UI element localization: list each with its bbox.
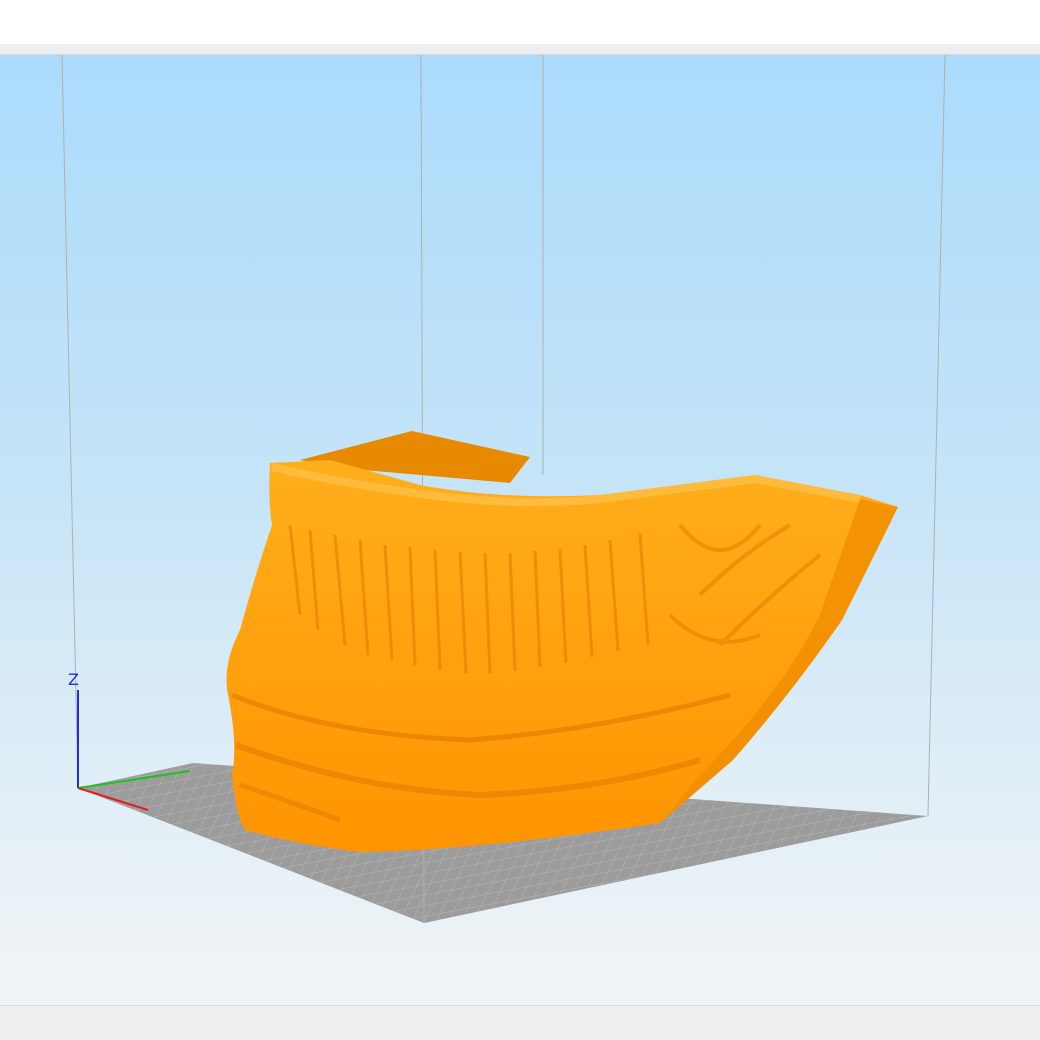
top-toolbar (0, 0, 1040, 44)
toolbar-divider (0, 44, 1040, 55)
status-bar (0, 1005, 1040, 1040)
slicer-app: Z (0, 0, 1040, 1040)
axis-label-z: Z (68, 670, 79, 689)
model-mesh[interactable] (226, 431, 899, 852)
3d-viewport[interactable]: Z (0, 55, 1040, 1005)
scene-canvas[interactable]: Z (0, 55, 1040, 1005)
